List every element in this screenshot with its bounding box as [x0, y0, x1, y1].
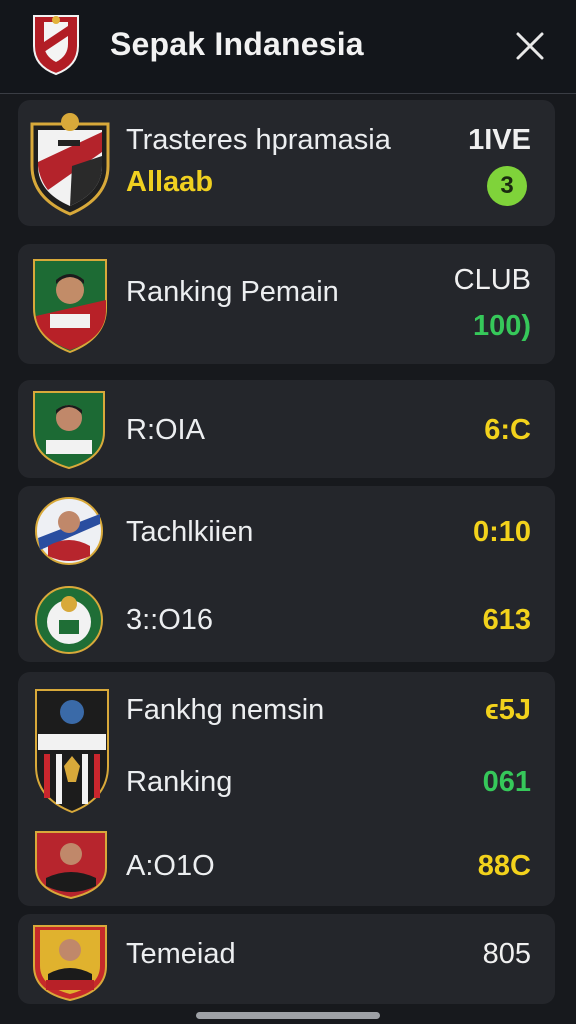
live-status: 1IVE — [468, 124, 531, 156]
player-value: 88C — [477, 850, 531, 882]
home-indicator[interactable] — [196, 1012, 380, 1019]
player-label: Tachlkiien — [126, 516, 254, 548]
player-avatar-icon — [33, 259, 107, 354]
player-avatar-icon — [33, 925, 107, 1002]
player-label: Fankhg nemsin — [126, 694, 325, 726]
player-avatar-icon — [35, 831, 107, 900]
player-label: Ranking — [126, 766, 233, 798]
player-value: 6:C — [484, 414, 531, 446]
player-row-card[interactable]: Tachlkiien 0:10 3::O16 613 — [18, 486, 555, 662]
featured-title: Trasteres hpramasia — [126, 124, 391, 156]
player-value: ϵ5Ј — [484, 694, 531, 726]
club-crest-icon — [35, 689, 109, 814]
featured-subtitle: Allaab — [126, 166, 214, 198]
player-value: 061 — [482, 766, 531, 798]
player-label: A:O1O — [126, 850, 215, 882]
player-value: 805 — [482, 938, 531, 970]
live-badge: 3 — [487, 166, 527, 206]
player-label: 3::O16 — [126, 604, 214, 636]
player-avatar-icon — [35, 497, 103, 565]
ranking-value: 100) — [472, 310, 531, 342]
ranking-title: Ranking Pemain — [126, 276, 339, 308]
player-avatar-icon — [33, 391, 105, 470]
player-row-card[interactable]: Fankhg nemsin ϵ5Ј Ranking 061 A:O1O 88C — [18, 672, 555, 906]
ranking-card[interactable]: Ranking Pemain CLUB 100) — [18, 244, 555, 364]
featured-match-card[interactable]: Trasteres hpramasia Allaab 1IVE 3 — [18, 100, 555, 226]
player-row-card[interactable]: Temeiad 805 — [18, 914, 555, 1004]
player-row-card[interactable]: R:OIA 6:C — [18, 380, 555, 478]
app-header: Sepak Indanesia — [0, 0, 576, 94]
club-crest-icon — [30, 113, 110, 216]
ranking-label: CLUB — [453, 264, 531, 296]
player-label: R:OIA — [126, 414, 205, 446]
player-label: Temeiad — [126, 938, 236, 970]
club-crest-icon — [35, 586, 103, 654]
app-logo-icon — [33, 15, 79, 76]
close-icon[interactable] — [510, 26, 550, 66]
player-value: 613 — [482, 604, 531, 636]
page-title: Sepak Indanesia — [110, 26, 364, 62]
player-value: 0:10 — [472, 516, 531, 548]
